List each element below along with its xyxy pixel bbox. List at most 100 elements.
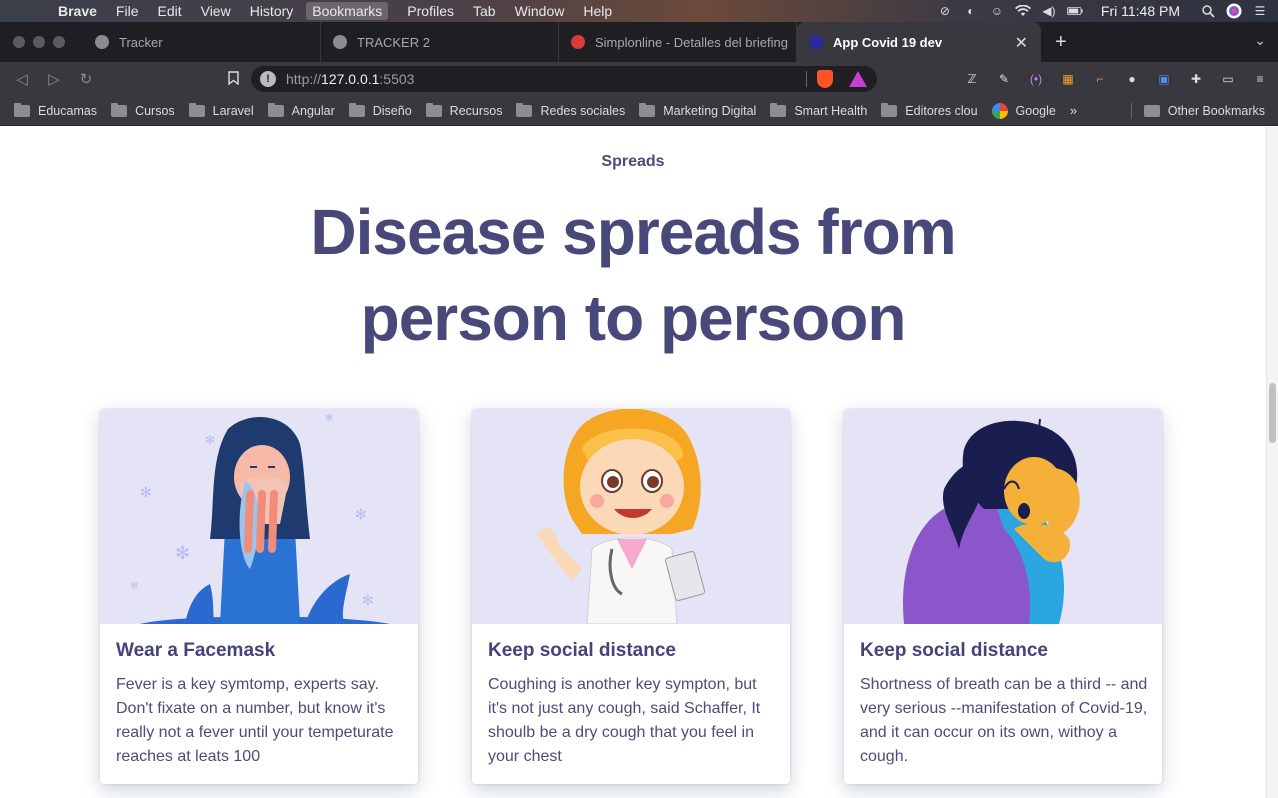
spotlight-search-icon[interactable] bbox=[1200, 4, 1216, 18]
bookmark-google[interactable]: Google bbox=[991, 102, 1056, 119]
menu-view[interactable]: View bbox=[201, 3, 231, 19]
bookmark-educamas[interactable]: Educamas bbox=[14, 102, 97, 118]
headline-line-1: Disease spreads from bbox=[310, 196, 956, 268]
address-bar[interactable]: ! http://127.0.0.1:5503 bbox=[251, 66, 877, 92]
spread-card: Keep social distance Coughing is another… bbox=[472, 409, 790, 784]
zoom-window-button[interactable] bbox=[53, 36, 65, 48]
folder-icon bbox=[425, 102, 442, 117]
page-scrollbar[interactable] bbox=[1266, 127, 1278, 798]
extension-icons: ℤ ✎ (•) ▦ ⌐ ● ▣ ✚ ▭ ≡ bbox=[950, 62, 1270, 96]
browser-toolbar: ◁ ▷ ↻ ! http://127.0.0.1:5503 ℤ ✎ (•) ▦ … bbox=[0, 62, 1278, 96]
tab-simplonline[interactable]: Simplonline - Detalles del briefing bbox=[559, 22, 797, 62]
card-title: Wear a Facemask bbox=[116, 640, 276, 661]
profile-extension-icon[interactable]: ● bbox=[1122, 70, 1142, 88]
menu-history[interactable]: History bbox=[250, 3, 294, 19]
menu-icon[interactable]: ≡ bbox=[1250, 70, 1270, 88]
brave-shields-icon[interactable] bbox=[817, 70, 833, 88]
menu-window[interactable]: Window bbox=[515, 3, 565, 19]
section-headline: Disease spreads from person to persoon bbox=[0, 189, 1266, 361]
more-bookmarks-button[interactable]: » bbox=[1070, 103, 1077, 118]
volume-icon[interactable]: ◀) bbox=[1041, 4, 1057, 18]
tab-tracker[interactable]: Tracker bbox=[83, 22, 321, 62]
spread-card: ✻ ✻ ✻ ✻ ✻ ✻ ✻ Wear a Facemask Fever is a… bbox=[100, 409, 418, 784]
menu-tab[interactable]: Tab bbox=[473, 3, 496, 19]
bookmark-laravel[interactable]: Laravel bbox=[188, 102, 254, 118]
menu-bookmarks[interactable]: Bookmarks bbox=[306, 2, 389, 20]
spread-card: Keep social distance Shortness of breath… bbox=[844, 409, 1162, 784]
back-button[interactable]: ◁ bbox=[6, 70, 38, 88]
accessibility-icon[interactable]: ☺ bbox=[989, 4, 1005, 18]
notes-extension-icon[interactable]: ▦ bbox=[1058, 70, 1078, 88]
tab-title: Simplonline - Detalles del briefing bbox=[595, 34, 788, 50]
do-not-disturb-icon[interactable]: ⊘ bbox=[937, 4, 953, 18]
brave-rewards-icon[interactable] bbox=[849, 71, 867, 87]
svg-text:✻: ✻ bbox=[175, 543, 190, 563]
menu-app-name[interactable]: Brave bbox=[58, 3, 97, 19]
git-extension-icon[interactable]: ⌐ bbox=[1090, 70, 1110, 88]
siri-icon[interactable] bbox=[1226, 3, 1242, 19]
notification-center-icon[interactable]: ☰ bbox=[1252, 4, 1268, 18]
svg-text:✻: ✻ bbox=[325, 413, 333, 424]
menu-help[interactable]: Help bbox=[583, 3, 612, 19]
section-eyebrow: Spreads bbox=[601, 153, 665, 170]
forward-button[interactable]: ▷ bbox=[38, 70, 70, 88]
woman-coughing-illustration bbox=[844, 409, 1162, 624]
bookmark-recursos[interactable]: Recursos bbox=[425, 102, 502, 118]
menu-file[interactable]: File bbox=[116, 3, 139, 19]
folder-icon bbox=[1143, 104, 1160, 117]
new-tab-button[interactable]: + bbox=[1055, 31, 1067, 54]
pen-extension-icon[interactable]: ✎ bbox=[994, 70, 1014, 88]
bookmark-diseno[interactable]: Diseño bbox=[348, 102, 412, 118]
google-icon bbox=[991, 102, 1008, 119]
battery-icon[interactable] bbox=[1066, 4, 1083, 18]
svg-text:✻: ✻ bbox=[130, 581, 138, 592]
bookmark-smart-health[interactable]: Smart Health bbox=[770, 102, 867, 118]
globe-icon bbox=[333, 35, 347, 49]
chevron-down-icon[interactable]: ⌄ bbox=[1254, 32, 1266, 49]
code-extension-icon[interactable]: (•) bbox=[1026, 70, 1046, 88]
wallet-icon[interactable]: ▭ bbox=[1218, 70, 1238, 88]
menu-profiles[interactable]: Profiles bbox=[407, 3, 454, 19]
card-body: Coughing is another key sympton, but it'… bbox=[488, 676, 761, 765]
bookmark-icon[interactable] bbox=[228, 70, 239, 88]
woman-sneezing-illustration: ✻ ✻ ✻ ✻ ✻ ✻ ✻ bbox=[100, 409, 418, 624]
other-bookmarks[interactable]: Other Bookmarks bbox=[1130, 102, 1265, 119]
folder-icon bbox=[188, 102, 205, 117]
folder-icon bbox=[770, 102, 787, 117]
bookmark-angular[interactable]: Angular bbox=[267, 102, 335, 118]
site-info-icon[interactable]: ! bbox=[260, 71, 276, 87]
user-switch-icon[interactable]: ◐ bbox=[963, 4, 979, 18]
macos-menu-bar: Brave File Edit View History Bookmarks P… bbox=[0, 0, 1278, 22]
close-window-button[interactable] bbox=[13, 36, 25, 48]
card-title: Keep social distance bbox=[860, 640, 1048, 661]
status-area: ⊘ ◐ ☺ ◀) Fri 11:48 PM ☰ bbox=[937, 0, 1278, 22]
wifi-icon[interactable] bbox=[1014, 4, 1031, 18]
folder-icon bbox=[14, 102, 30, 117]
minimize-window-button[interactable] bbox=[33, 36, 45, 48]
bookmark-editores-clou[interactable]: Editores clou bbox=[881, 102, 978, 118]
page-content: Spreads Disease spreads from person to p… bbox=[0, 127, 1266, 798]
clock[interactable]: Fri 11:48 PM bbox=[1101, 3, 1180, 19]
tab-strip: Tracker TRACKER 2 Simplonline - Detalles… bbox=[0, 22, 1278, 62]
scrollbar-thumb[interactable] bbox=[1269, 383, 1276, 443]
simplonline-icon bbox=[571, 35, 585, 49]
headline-line-2: person to persoon bbox=[360, 282, 907, 354]
bookmark-redes-sociales[interactable]: Redes sociales bbox=[516, 102, 625, 118]
translate-extension-icon[interactable]: ℤ bbox=[962, 70, 982, 88]
bookmark-marketing-digital[interactable]: Marketing Digital bbox=[639, 102, 756, 118]
card-body: Shortness of breath can be a third -- an… bbox=[860, 676, 1148, 765]
url-text: http://127.0.0.1:5503 bbox=[286, 71, 415, 87]
folder-icon bbox=[111, 102, 128, 117]
tab-app-covid[interactable]: App Covid 19 dev ✕ bbox=[797, 22, 1041, 62]
menu-edit[interactable]: Edit bbox=[157, 3, 181, 19]
folder-icon bbox=[881, 102, 898, 117]
google-translate-icon[interactable]: ▣ bbox=[1154, 70, 1174, 88]
close-tab-icon[interactable]: ✕ bbox=[1015, 33, 1028, 53]
puzzle-extensions-icon[interactable]: ✚ bbox=[1186, 70, 1206, 88]
bookmark-cursos[interactable]: Cursos bbox=[111, 102, 175, 118]
globe-icon bbox=[95, 35, 109, 49]
tab-tracker-2[interactable]: TRACKER 2 bbox=[321, 22, 559, 62]
svg-text:✻: ✻ bbox=[140, 484, 152, 500]
reload-button[interactable]: ↻ bbox=[70, 70, 102, 88]
folder-icon bbox=[267, 102, 284, 117]
